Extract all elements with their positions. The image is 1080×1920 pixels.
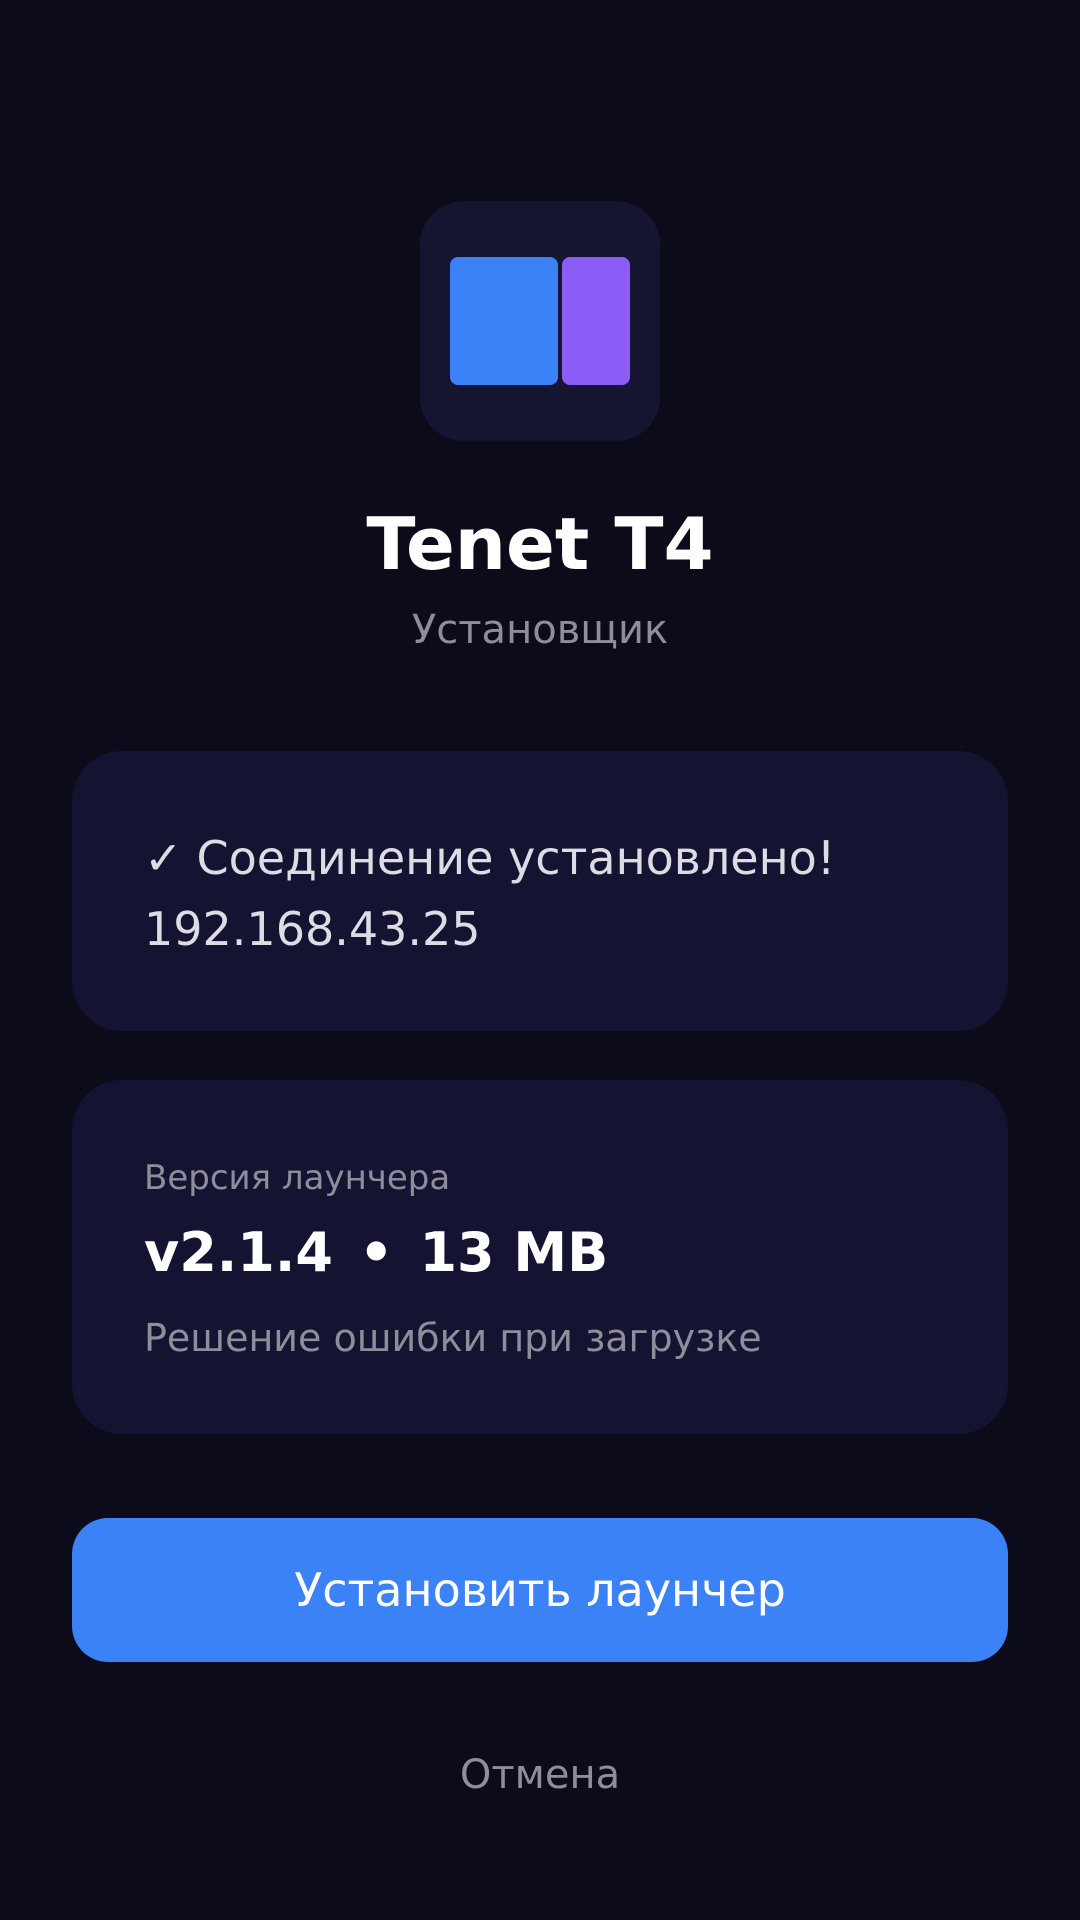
version-info: v2.1.4 • 13 MB [144,1220,608,1286]
ip-address: 192.168.43.25 [144,902,481,956]
check-icon: ✓ [144,831,183,885]
logo-purple-block [562,257,630,385]
app-title: Tenet T4 [366,502,714,586]
installer-screen: Tenet T4 Установщик ✓ Соединение установл… [0,0,1080,1920]
version-label: Версия лаунчера [144,1158,451,1198]
bullet-separator: • [358,1221,394,1284]
connection-status-text: Соединение установлено! [196,831,836,885]
file-size: 13 MB [419,1221,609,1284]
app-logo-icon [420,201,660,441]
install-launcher-button[interactable]: Установить лаунчер [72,1518,1008,1662]
version-note: Решение ошибки при загрузке [144,1316,762,1360]
logo-blue-block [450,257,558,385]
version-number: v2.1.4 [144,1221,333,1284]
connection-status: ✓ Соединение установлено! [144,828,835,888]
app-subtitle: Установщик [411,607,669,653]
connection-status-card [72,751,1008,1031]
cancel-button[interactable]: Отмена [390,1745,690,1805]
